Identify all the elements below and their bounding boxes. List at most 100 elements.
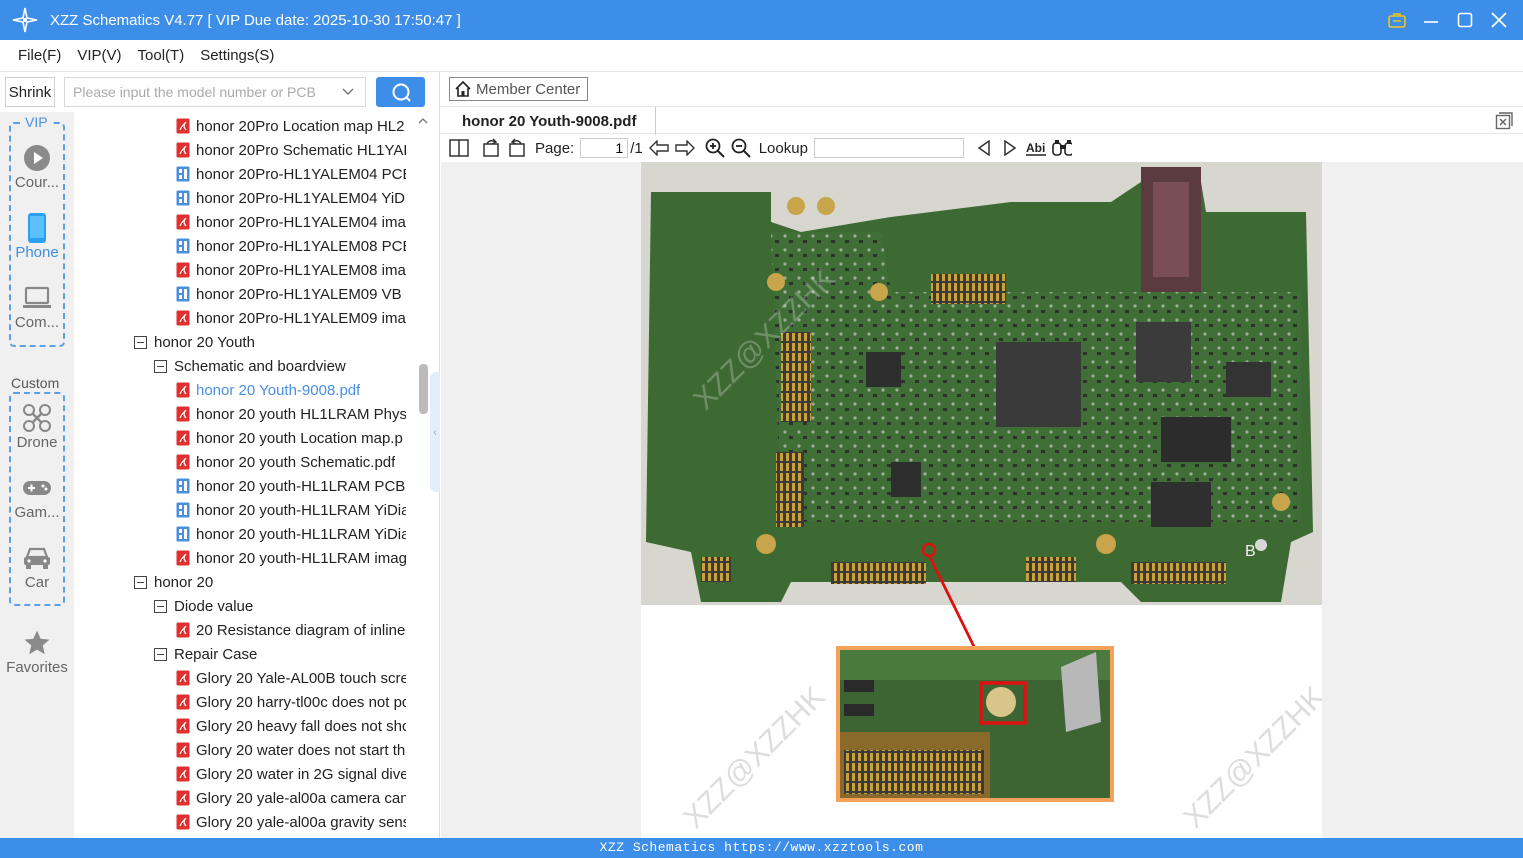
tree-file-pcb[interactable]: honor 20Pro-HL1YALEM04 PCB (176, 162, 406, 186)
tree-file-pdf[interactable]: Glory 20 water does not start th (176, 738, 406, 762)
collapse-icon[interactable] (154, 599, 167, 613)
tree-item-label: Diode value (174, 597, 254, 615)
tree-item-label: honor 20 youth-HL1LRAM imag (196, 549, 406, 567)
tree-file-pdf[interactable]: Glory 20 Yale-AL00B touch scre (176, 666, 406, 690)
tree-item-label: honor 20 Youth-9008.pdf (196, 381, 361, 399)
pcb-icon (176, 502, 190, 518)
tree-folder[interactable]: Repair Case (154, 642, 406, 666)
category-drone[interactable]: Drone (0, 402, 74, 451)
category-phone[interactable]: Phone (0, 212, 74, 261)
search-button[interactable] (376, 77, 425, 107)
pdf-icon (176, 790, 190, 806)
category-courses[interactable]: Cour... (0, 142, 74, 191)
file-tree: honor 20Pro Location map HL2 honor 20Pro … (74, 112, 416, 838)
tree-file-pcb[interactable]: honor 20 youth-HL1LRAM YiDia (176, 498, 406, 522)
collapse-icon[interactable] (134, 575, 147, 589)
collapse-icon[interactable] (154, 359, 167, 373)
tree-item-label: honor 20Pro Schematic HL1YAL (196, 141, 406, 159)
tree-file-pcb[interactable]: honor 20Pro-HL1YALEM04 YiDi (176, 186, 406, 210)
next-page-icon[interactable] (675, 138, 695, 158)
maximize-icon[interactable] (1455, 10, 1475, 30)
match-case-icon[interactable]: Abi (1025, 138, 1046, 158)
viewer-panel: Member Center honor 20 Youth-9008.pdf Pa… (441, 72, 1523, 838)
tree-file-pdf[interactable]: honor 20Pro-HL1YALEM08 imag (176, 258, 406, 282)
tree-file-pdf[interactable]: honor 20 youth HL1LRAM Physi (176, 402, 406, 426)
vip-bag-icon[interactable] (1387, 10, 1407, 30)
tree-file-pdf[interactable]: honor 20Pro Schematic HL1YAL (176, 138, 406, 162)
tree-file-pdf[interactable]: honor 20Pro-HL1YALEM04 imag (176, 210, 406, 234)
category-label: Phone (15, 244, 59, 261)
zoom-out-icon[interactable] (731, 138, 751, 158)
tree-folder[interactable]: Schematic and boardview (154, 354, 406, 378)
car-icon (0, 542, 74, 574)
shrink-button[interactable]: Shrink (5, 77, 55, 107)
menu-tool[interactable]: Tool(T) (138, 47, 185, 64)
tree-folder[interactable]: Diode value (154, 594, 406, 618)
member-center-button[interactable]: Member Center (449, 77, 588, 101)
page-label: Page: (535, 139, 575, 157)
tree-folder[interactable]: honor 20 Youth (134, 330, 406, 354)
close-icon[interactable] (1489, 10, 1509, 30)
scroll-up-icon[interactable] (418, 116, 428, 126)
tree-file-pdf[interactable]: Glory 20 water in 2G signal dive (176, 762, 406, 786)
tree-file-pdf[interactable]: honor 20 Youth-9008.pdf (176, 378, 406, 402)
star-icon (0, 627, 74, 659)
menu-settings[interactable]: Settings(S) (200, 47, 274, 64)
binoculars-icon[interactable] (1052, 138, 1072, 158)
category-sidebar: VIP Cour... Phone Com... Custom Drone Ga… (0, 112, 74, 838)
tree-file-pdf[interactable]: Glory 20 yale-al00a gravity sens (176, 810, 406, 834)
tree-item-label: Glory 20 yale-al00a camera cani (196, 789, 406, 807)
tree-file-pcb[interactable]: honor 20 youth-HL1LRAM PCB (176, 474, 406, 498)
board-label: B (1245, 543, 1256, 560)
tree-scrollbar[interactable] (416, 112, 430, 838)
find-next-icon[interactable] (1000, 138, 1020, 158)
home-icon (455, 80, 471, 97)
category-label: Gam... (14, 504, 60, 521)
pdf-icon (176, 670, 190, 686)
tree-file-pdf[interactable]: honor 20Pro-HL1YALEM09 imag (176, 306, 406, 330)
tree-file-pcb[interactable]: honor 20Pro-HL1YALEM09 VB F (176, 282, 406, 306)
category-car[interactable]: Car (0, 542, 74, 591)
tree-file-pcb[interactable]: honor 20 youth-HL1LRAM YiDia (176, 522, 406, 546)
tree-file-pdf[interactable]: honor 20 youth Location map.p (176, 426, 406, 450)
zoom-in-icon[interactable] (705, 138, 725, 158)
category-favorites[interactable]: Favorites (0, 627, 74, 676)
scrollbar-thumb[interactable] (419, 364, 428, 414)
tree-file-pdf[interactable]: Glory 20 heavy fall does not shc (176, 714, 406, 738)
tree-file-pdf[interactable]: honor 20 youth-HL1LRAM imag (176, 546, 406, 570)
minimize-icon[interactable] (1421, 10, 1441, 30)
search-input[interactable] (64, 77, 366, 107)
find-previous-icon[interactable] (974, 138, 994, 158)
sidebar-toggle-icon[interactable] (449, 138, 469, 158)
collapse-icon[interactable] (154, 647, 167, 661)
rotate-left-icon[interactable] (481, 138, 501, 158)
collapse-icon[interactable] (134, 335, 147, 349)
tree-file-pcb[interactable]: honor 20Pro-HL1YALEM08 PCB (176, 234, 406, 258)
tree-file-pdf[interactable]: Glory 20 yale-al00a camera cani (176, 786, 406, 810)
tree-item-label: Glory 20 yale-al00a gravity sens (196, 813, 406, 831)
close-all-tabs-icon[interactable] (1495, 112, 1513, 130)
category-label: Com... (14, 314, 60, 331)
rotate-right-icon[interactable] (507, 138, 527, 158)
category-label: Car (24, 574, 50, 591)
tree-item-label: Repair Case (174, 645, 258, 663)
category-game[interactable]: Gam... (0, 472, 74, 521)
tree-file-pdf[interactable]: 20 Resistance diagram of inline (176, 618, 406, 642)
chevron-down-icon[interactable] (340, 84, 356, 100)
pdf-icon (176, 454, 190, 470)
tree-folder[interactable]: honor 20 (134, 570, 406, 594)
category-computer[interactable]: Com... (0, 282, 74, 331)
menu-vip[interactable]: VIP(V) (77, 47, 121, 64)
previous-page-icon[interactable] (648, 138, 669, 158)
tree-file-pdf[interactable]: honor 20 youth Schematic.pdf (176, 450, 406, 474)
menu-file[interactable]: File(F) (18, 47, 61, 64)
collapse-panel-handle[interactable]: ‹ (430, 372, 440, 492)
tab-document[interactable]: honor 20 Youth-9008.pdf (449, 107, 656, 135)
page-number-input[interactable] (580, 138, 629, 158)
lookup-input[interactable] (813, 138, 964, 158)
pdf-viewer[interactable]: XZZ@XZZHK B XZZ@XZZHK XZZ@XZZHK (441, 162, 1523, 838)
tree-item-label: honor 20 youth Schematic.pdf (196, 453, 396, 471)
pcb-icon (176, 190, 190, 206)
tree-file-pdf[interactable]: Glory 20 harry-tl00c does not pc (176, 690, 406, 714)
tree-file-pdf[interactable]: honor 20Pro Location map HL2 (176, 114, 406, 138)
